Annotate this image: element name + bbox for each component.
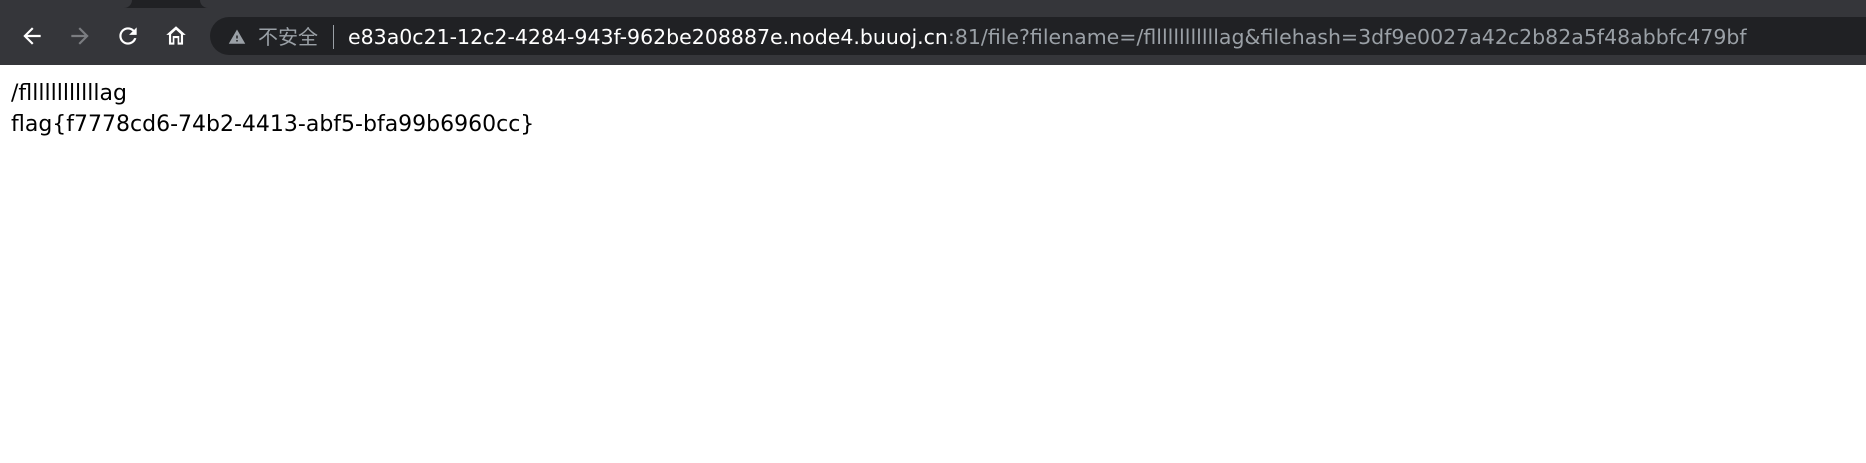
- reload-icon: [119, 27, 137, 45]
- page-content: /fllllllllllllag flag{f7778cd6-74b2-4413…: [11, 78, 534, 140]
- arrow-right-icon: [71, 27, 89, 45]
- flag-line: flag{f7778cd6-74b2-4413-abf5-bfa99b6960c…: [11, 112, 535, 137]
- url-host: e83a0c21-12c2-4284-943f-962be208887e.nod…: [348, 25, 948, 49]
- browser-toolbar: 不安全 e83a0c21-12c2-4284-943f-962be208887e…: [0, 0, 1866, 65]
- arrow-left-icon: [23, 27, 41, 45]
- forward-button[interactable]: [64, 20, 96, 52]
- warning-triangle-icon: [228, 29, 246, 44]
- back-button[interactable]: [16, 20, 48, 52]
- url-path: :81/file?filename=/fllllllllllllag&fileh…: [947, 25, 1747, 49]
- home-button[interactable]: [160, 20, 192, 52]
- filename-line: /fllllllllllllag: [11, 81, 127, 106]
- tab-edge-right: [200, 0, 1866, 8]
- tab-edge-left: [0, 0, 132, 8]
- reload-button[interactable]: [112, 20, 144, 52]
- omnibox-separator: [333, 25, 334, 49]
- url-text[interactable]: e83a0c21-12c2-4284-943f-962be208887e.nod…: [348, 22, 1747, 52]
- security-indicator[interactable]: 不安全: [228, 24, 318, 50]
- not-secure-label: 不安全: [258, 25, 318, 49]
- home-icon: [166, 26, 186, 45]
